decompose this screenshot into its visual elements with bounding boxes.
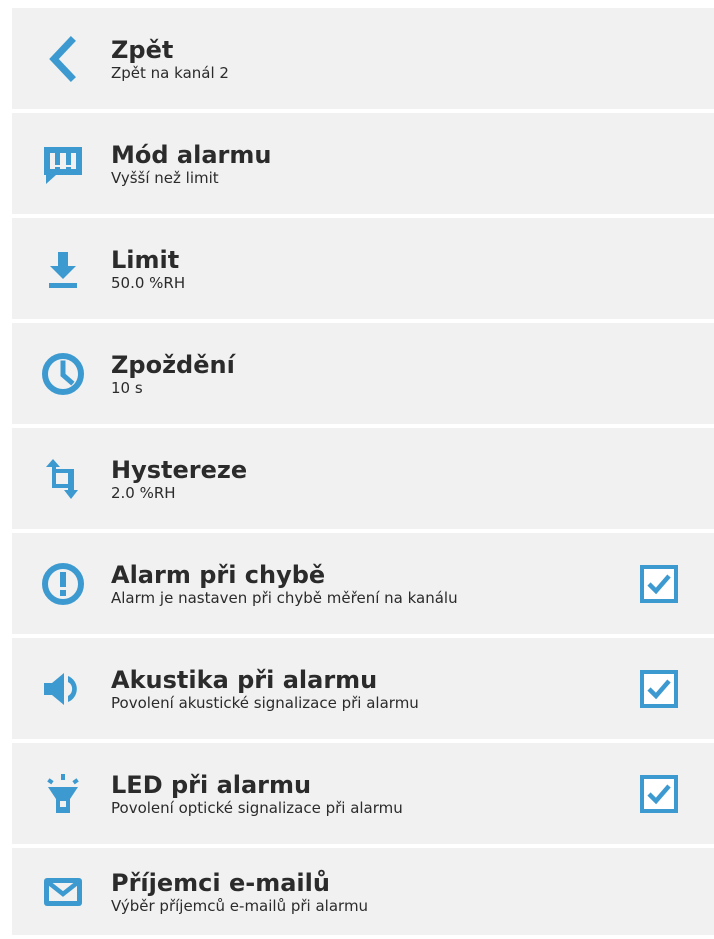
menu-item-title: LED při alarmu: [111, 770, 312, 799]
menu-item-subtitle: 50.0 %RH: [111, 273, 186, 292]
menu-item-email-recipients[interactable]: Příjemci e-mailů Výběr příjemců e-mailů …: [12, 848, 714, 935]
menu-item-subtitle: Alarm je nastaven při chybě měření na ka…: [111, 588, 458, 607]
exclamation-circle-icon: [40, 561, 86, 607]
menu-item-subtitle: Výběr příjemců e-mailů při alarmu: [111, 896, 369, 915]
menu-item-subtitle: Vyšší než limit: [111, 168, 219, 187]
menu-item-subtitle: 10 s: [111, 378, 143, 397]
led-icon: [40, 771, 86, 817]
alarm-settings-menu: Zpět Zpět na kanál 2 Mód alarmu Vyšší ne…: [12, 8, 714, 935]
menu-item-title: Zpět: [111, 35, 174, 64]
menu-item-title: Akustika při alarmu: [111, 665, 378, 694]
menu-item-delay[interactable]: Zpoždění 10 s: [12, 323, 714, 424]
download-limit-icon: [40, 246, 86, 292]
menu-item-subtitle: Povolení akustické signalizace při alarm…: [111, 693, 419, 712]
menu-item-title: Příjemci e-mailů: [111, 868, 330, 897]
menu-item-limit[interactable]: Limit 50.0 %RH: [12, 218, 714, 319]
speaker-icon: [40, 666, 86, 712]
acoustics-checkbox[interactable]: [640, 669, 678, 708]
alarm-on-error-checkbox[interactable]: [640, 564, 678, 603]
alarm-bubble-icon: [40, 141, 86, 187]
led-checkbox[interactable]: [640, 774, 678, 813]
chevron-left-icon: [40, 35, 86, 82]
menu-item-back[interactable]: Zpět Zpět na kanál 2: [12, 8, 714, 109]
menu-item-title: Alarm při chybě: [111, 560, 326, 589]
hysteresis-icon: [40, 456, 86, 502]
menu-item-title: Hystereze: [111, 455, 248, 484]
menu-item-hysteresis[interactable]: Hystereze 2.0 %RH: [12, 428, 714, 529]
menu-item-title: Limit: [111, 245, 180, 274]
menu-item-subtitle: 2.0 %RH: [111, 483, 176, 502]
menu-item-title: Zpoždění: [111, 350, 235, 379]
envelope-icon: [40, 869, 86, 915]
menu-item-led[interactable]: LED při alarmu Povolení optické signaliz…: [12, 743, 714, 844]
menu-item-alarm-on-error[interactable]: Alarm při chybě Alarm je nastaven při ch…: [12, 533, 714, 634]
menu-item-subtitle: Povolení optické signalizace při alarmu: [111, 798, 403, 817]
menu-item-title: Mód alarmu: [111, 140, 272, 169]
menu-item-subtitle: Zpět na kanál 2: [111, 63, 229, 82]
clock-icon: [40, 351, 86, 397]
menu-item-alarm-mode[interactable]: Mód alarmu Vyšší než limit: [12, 113, 714, 214]
menu-item-acoustics[interactable]: Akustika při alarmu Povolení akustické s…: [12, 638, 714, 739]
